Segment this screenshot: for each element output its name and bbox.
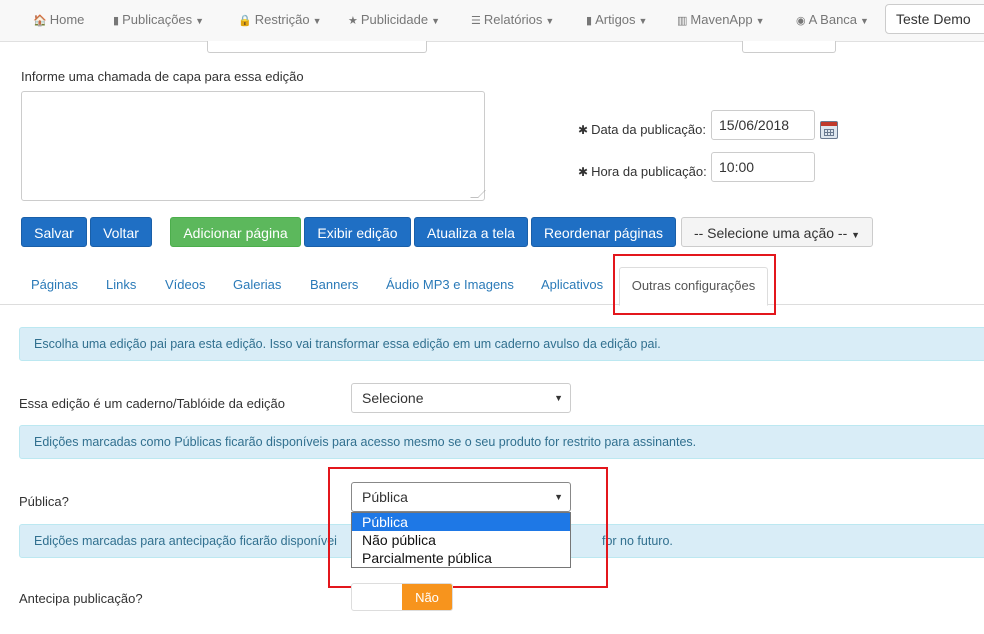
tab-links[interactable]: Links [106,277,136,292]
tab-audio-imagens[interactable]: Áudio MP3 e Imagens [386,277,514,292]
back-button[interactable]: Voltar [90,217,152,247]
nav-home-label: Home [49,12,85,27]
tab-banners[interactable]: Banners [310,277,358,292]
save-button[interactable]: Salvar [21,217,87,247]
parent-edition-value: Selecione [362,390,424,406]
lock-icon: 🔒 [238,15,252,27]
chevron-down-icon: ▼ [195,16,205,26]
chevron-down-icon: ▼ [545,16,555,26]
chevron-down-icon: ▼ [431,16,441,26]
top-navbar: 🏠 Home ▮ Publicações ▼ 🔒 Restrição ▼ ★ Publici… [0,0,984,42]
nav-publicacoes[interactable]: ▮ Publicações ▼ [113,0,204,42]
time-input[interactable]: 10:00 [711,152,815,182]
required-icon: ✱ [578,123,589,137]
nav-restricao[interactable]: 🔒 Restrição ▼ [238,0,322,42]
highlight-box-select [328,467,608,588]
caret-down-icon: ▼ [851,230,861,240]
nav-home[interactable]: 🏠 Home [33,0,84,42]
file-icon: ▮ [113,15,120,27]
parent-edition-label: Essa edição é um caderno/Tablóide da edi… [19,396,285,411]
tab-videos[interactable]: Vídeos [165,277,205,292]
list-icon: ☰ [471,15,481,27]
highlight-box-tab [613,254,776,315]
nav-publicacoes-label: Publicações [122,12,193,27]
toggle-off-label: Não [402,584,452,610]
nav-publicidade[interactable]: ★ Publicidade ▼ [348,0,440,42]
calendar-icon[interactable] [820,121,838,139]
anticipation-text-left: Edições marcadas para antecipação ficarã… [34,534,337,548]
cover-call-textarea[interactable] [21,91,486,201]
nav-artigos-label: Artigos [595,12,636,27]
show-edition-button[interactable]: Exibir edição [304,217,411,247]
nav-a-banca[interactable]: ◉ A Banca ▼ [796,0,869,42]
resize-grip-icon[interactable] [470,190,486,198]
chevron-down-icon: ▼ [554,393,563,403]
select-action-label: -- Selecione uma ação -- [693,225,848,241]
book-icon: ▮ [586,15,593,27]
anticipate-label: Antecipa publicação? [19,591,143,606]
nav-artigos[interactable]: ▮ Artigos ▼ [586,0,647,42]
user-menu[interactable]: Teste Demo [885,4,984,34]
info-alert-parent: Escolha uma edição pai para esta edição.… [19,327,984,361]
anticipation-text-right: for no futuro. [602,534,673,548]
refresh-button[interactable]: Atualiza a tela [414,217,528,247]
chevron-down-icon: ▼ [860,16,869,26]
info-alert-public: Edições marcadas como Públicas ficarão d… [19,425,984,459]
time-label: ✱ Hora da publicação: [578,164,707,179]
required-icon: ✱ [578,165,589,179]
parent-edition-select[interactable]: Selecione ▼ [351,383,571,413]
date-input[interactable]: 15/06/2018 [711,110,815,140]
nav-relatorios[interactable]: ☰ Relatórios ▼ [471,0,554,42]
nav-relatorios-label: Relatórios [483,12,543,27]
chevron-down-icon: ▼ [312,16,322,26]
edition-number-input[interactable] [207,41,427,53]
public-label: Pública? [19,494,69,509]
barcode-icon: ▥ [677,15,688,27]
date-label: ✱ Data da publicação: [578,122,706,137]
nav-a-banca-label: A Banca [808,12,858,27]
tab-aplicativos[interactable]: Aplicativos [541,277,603,292]
nav-mavenapp[interactable]: ▥ MavenApp ▼ [677,0,764,42]
nav-restricao-label: Restrição [254,12,310,27]
nav-publicidade-label: Publicidade [360,12,429,27]
chevron-down-icon: ▼ [638,16,648,26]
reorder-pages-button[interactable]: Reordenar páginas [531,217,676,247]
nav-mavenapp-label: MavenApp [690,12,753,27]
edition-tabs: Páginas Links Vídeos Galerias Banners Áu… [0,265,984,306]
cover-call-label: Informe uma chamada de capa para essa ed… [21,69,304,84]
anticipate-toggle[interactable]: Não [351,583,453,611]
add-page-button[interactable]: Adicionar página [170,217,301,247]
globe-icon: ◉ [796,15,806,27]
time-label-text: Hora da publicação: [591,164,707,179]
home-icon: 🏠 [33,15,47,27]
star-icon: ★ [348,15,358,27]
tab-paginas[interactable]: Páginas [31,277,78,292]
select-action-dropdown[interactable]: -- Selecione uma ação -- ▼ [681,217,873,247]
date-label-text: Data da publicação: [591,122,706,137]
chevron-down-icon: ▼ [755,16,765,26]
edition-sequence-input[interactable] [742,41,836,53]
tab-galerias[interactable]: Galerias [233,277,281,292]
